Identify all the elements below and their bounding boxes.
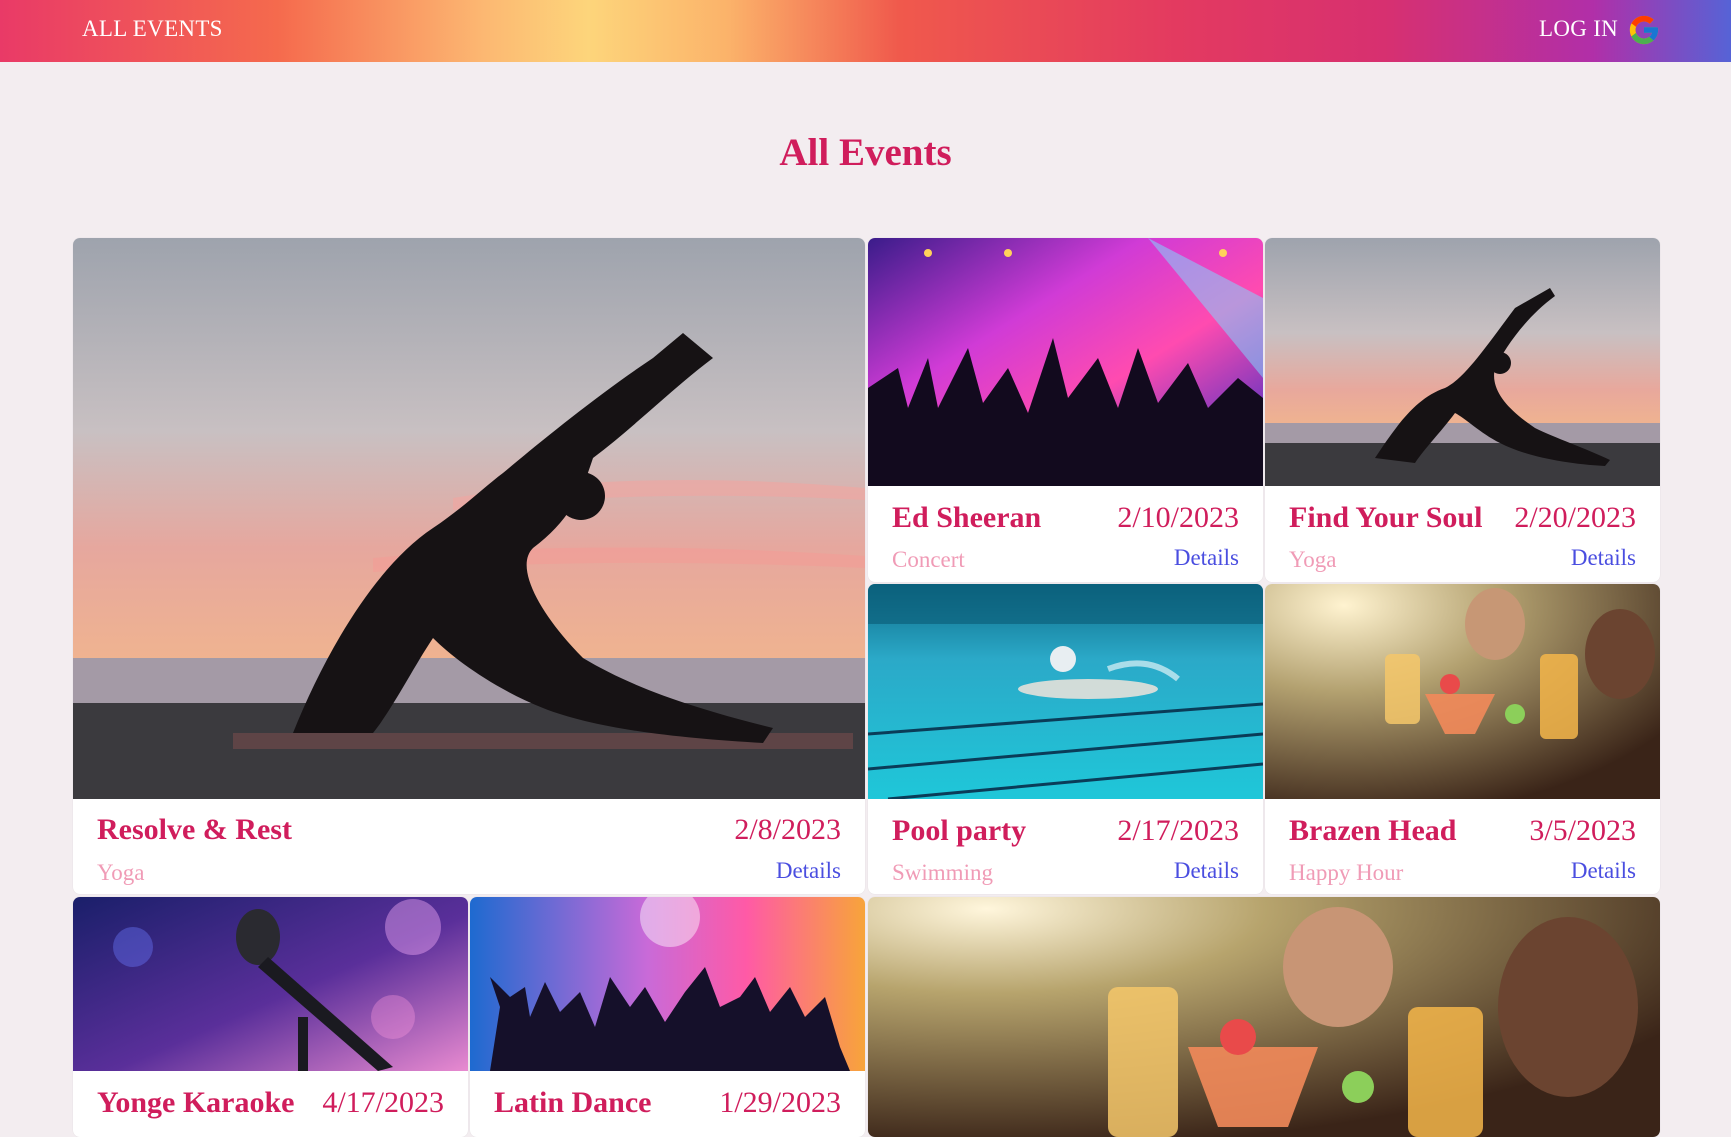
event-card[interactable] (868, 897, 1660, 1137)
event-card[interactable]: Latin Dance 1/29/2023 (470, 897, 865, 1137)
event-category: Yoga (97, 860, 145, 885)
event-card[interactable]: Find Your Soul 2/20/2023 Yoga Details (1265, 238, 1660, 582)
event-date: 1/29/2023 (719, 1086, 841, 1119)
event-details-link[interactable]: Details (1174, 858, 1239, 884)
event-name: Brazen Head (1289, 814, 1457, 847)
event-image-concert (868, 238, 1263, 486)
event-card[interactable]: Yonge Karaoke 4/17/2023 (73, 897, 468, 1137)
event-details-link[interactable]: Details (776, 858, 841, 884)
event-image-yoga (73, 238, 865, 799)
event-name: Find Your Soul (1289, 501, 1483, 534)
event-category: Happy Hour (1289, 860, 1404, 885)
event-date: 2/20/2023 (1514, 501, 1636, 534)
event-date: 2/8/2023 (734, 813, 841, 846)
nav-all-events-link[interactable]: ALL EVENTS (82, 16, 223, 42)
event-date: 3/5/2023 (1529, 814, 1636, 847)
event-date: 2/10/2023 (1117, 501, 1239, 534)
event-name: Ed Sheeran (892, 501, 1042, 534)
event-image-cocktails (1265, 584, 1660, 799)
event-card[interactable]: Brazen Head 3/5/2023 Happy Hour Details (1265, 584, 1660, 894)
event-details-link[interactable]: Details (1571, 545, 1636, 571)
event-image-yoga (1265, 238, 1660, 486)
google-icon[interactable] (1627, 13, 1661, 47)
event-details-link[interactable]: Details (1174, 545, 1239, 571)
event-name: Pool party (892, 814, 1027, 847)
event-image-microphone (73, 897, 468, 1071)
event-card[interactable]: Resolve & Rest 2/8/2023 Yoga Details (73, 238, 865, 894)
event-name: Resolve & Rest (97, 813, 292, 846)
event-name: Latin Dance (494, 1086, 652, 1119)
event-category: Concert (892, 547, 965, 572)
event-image-swimmer (868, 584, 1263, 799)
event-card[interactable]: Pool party 2/17/2023 Swimming Details (868, 584, 1263, 894)
top-nav-bar: ALL EVENTS LOG IN (0, 0, 1731, 62)
event-date: 2/17/2023 (1117, 814, 1239, 847)
event-image-cocktails (868, 897, 1660, 1137)
event-details-link[interactable]: Details (1571, 858, 1636, 884)
nav-login-link[interactable]: LOG IN (1539, 16, 1618, 42)
event-category: Yoga (1289, 547, 1337, 572)
event-date: 4/17/2023 (322, 1086, 444, 1119)
event-category: Swimming (892, 860, 993, 885)
event-card[interactable]: Ed Sheeran 2/10/2023 Concert Details (868, 238, 1263, 582)
page-title: All Events (779, 131, 952, 174)
event-name: Yonge Karaoke (97, 1086, 295, 1119)
event-image-dance-party (470, 897, 865, 1071)
